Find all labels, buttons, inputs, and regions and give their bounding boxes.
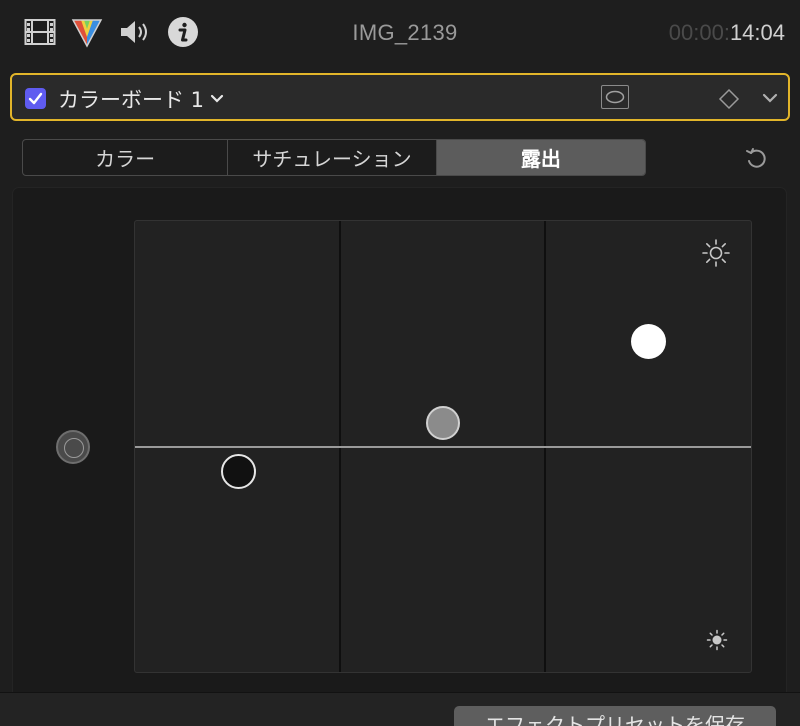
keyframe-diamond-icon[interactable]: [718, 88, 740, 114]
timecode-dim: 00:00:: [668, 20, 730, 45]
neutral-line: [135, 446, 751, 448]
global-puck-icon[interactable]: [56, 430, 90, 464]
speaker-icon[interactable]: [118, 15, 152, 49]
reset-arrow-icon[interactable]: [744, 146, 768, 174]
expand-chevron-icon[interactable]: [762, 89, 778, 108]
effect-name-dropdown[interactable]: カラーボード 1: [58, 84, 224, 114]
chevron-down-icon: [210, 94, 224, 103]
film-icon[interactable]: [24, 15, 56, 49]
sun-small-icon: [706, 629, 728, 651]
tab-exposure[interactable]: 露出: [436, 140, 645, 175]
shadows-puck[interactable]: [221, 454, 256, 489]
timecode: 00:00:14:04: [669, 20, 785, 46]
highlights-puck[interactable]: [631, 324, 666, 359]
tab-color[interactable]: カラー: [23, 140, 229, 175]
timecode-bright: 14:04: [729, 20, 785, 45]
clip-title: IMG_2139: [352, 20, 458, 45]
color-prism-icon[interactable]: [70, 15, 104, 49]
midtones-puck[interactable]: [426, 406, 460, 440]
sun-large-icon: [702, 239, 730, 267]
effect-name-label: カラーボード 1: [58, 88, 205, 112]
effect-enable-checkbox[interactable]: [25, 88, 46, 109]
mask-icon[interactable]: [601, 85, 629, 109]
info-icon[interactable]: [166, 15, 200, 49]
save-effect-preset-button[interactable]: エフェクトプリセットを保存: [454, 706, 776, 726]
exposure-board[interactable]: [134, 220, 752, 673]
color-board-tabs: カラー サチュレーション 露出: [22, 139, 646, 176]
inspector-header: IMG_2139 00:00:14:04: [0, 0, 800, 64]
tab-saturation[interactable]: サチュレーション: [228, 140, 437, 175]
color-board-effect-row[interactable]: カラーボード 1: [10, 73, 790, 121]
